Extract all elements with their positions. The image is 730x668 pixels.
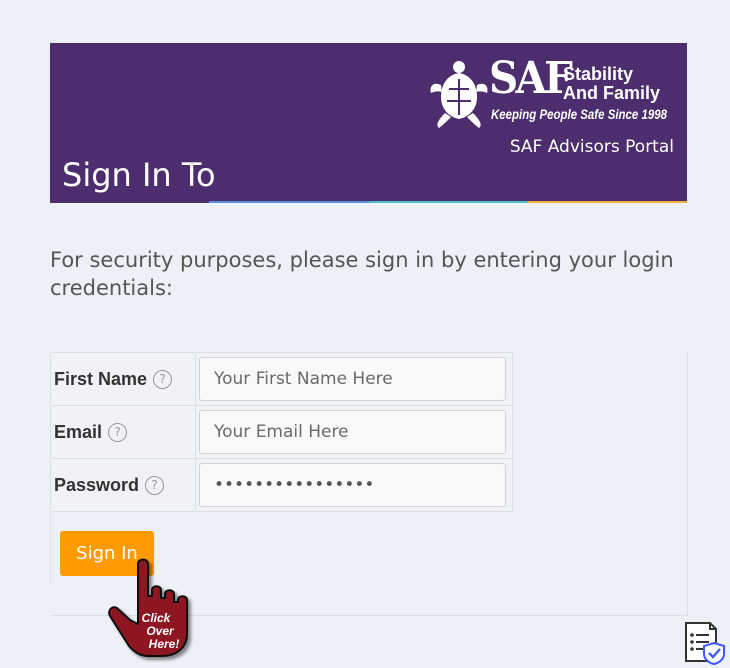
password-input[interactable] <box>199 463 506 507</box>
first-name-label: First Name <box>54 368 148 389</box>
cursor-text-line3: Here! <box>149 637 180 651</box>
page-title: Sign In To <box>62 156 216 194</box>
pointing-hand-icon: Click Over Here! <box>108 558 188 657</box>
password-input-cell <box>195 458 513 512</box>
saf-logo: SAF Stability And Family Keeping People … <box>427 53 673 129</box>
portal-header: SAF Stability And Family Keeping People … <box>50 43 687 203</box>
logo-name: Stability And Family <box>563 65 660 103</box>
help-icon[interactable]: ? <box>145 475 165 495</box>
first-name-input[interactable] <box>199 357 506 401</box>
email-input[interactable] <box>199 410 506 454</box>
header-accent-stripe <box>50 201 687 203</box>
first-name-label-cell: First Name? <box>50 352 196 406</box>
email-label-cell: Email? <box>50 405 196 459</box>
intro-text: For security purposes, please sign in by… <box>50 248 674 300</box>
email-input-cell <box>195 405 513 459</box>
password-row: Password? <box>50 458 513 512</box>
logo-name-line1: Stability <box>563 64 634 84</box>
password-label: Password <box>54 474 140 495</box>
portal-name: SAF Advisors Portal <box>509 137 674 157</box>
privacy-badge-icon[interactable] <box>680 619 726 665</box>
turtle-logo-icon <box>430 61 488 128</box>
logo-brand: SAF <box>489 53 573 104</box>
first-name-row: First Name? <box>50 352 513 406</box>
first-name-input-cell <box>195 352 513 406</box>
logo-name-line2: And Family <box>563 83 661 103</box>
email-row: Email? <box>50 405 513 459</box>
login-fields-table: First Name? Email? Password? <box>50 352 513 512</box>
email-label: Email <box>54 421 103 442</box>
help-icon[interactable]: ? <box>108 422 128 442</box>
cursor-text-line2: Over <box>146 624 175 638</box>
help-icon[interactable]: ? <box>153 369 173 389</box>
password-label-cell: Password? <box>50 458 196 512</box>
logo-tagline: Keeping People Safe Since 1998 <box>491 107 668 122</box>
cursor-text-line1: Click <box>142 611 172 625</box>
